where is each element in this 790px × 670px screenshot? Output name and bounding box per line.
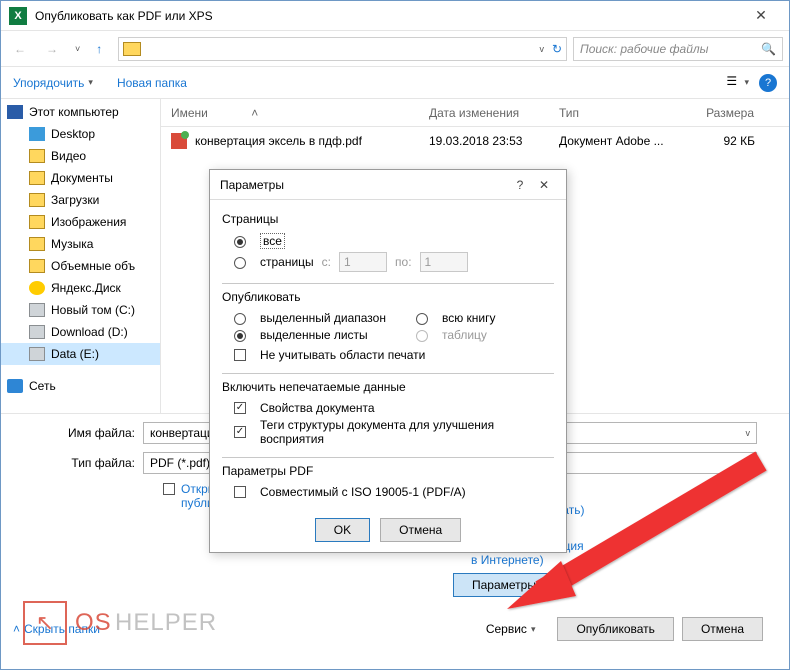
tree-item[interactable]: Этот компьютер — [1, 101, 160, 123]
publish-button[interactable]: Опубликовать — [557, 617, 673, 641]
refresh-icon[interactable]: ↻ — [552, 42, 562, 56]
help-button[interactable]: ? — [759, 74, 777, 92]
col-type[interactable]: Тип — [549, 106, 679, 120]
view-button[interactable]: ☰ ▾ — [726, 74, 749, 92]
window-titlebar: X Опубликовать как PDF или XPS ✕ — [1, 1, 789, 31]
column-headers[interactable]: Имени ˄ Дата изменения Тип Размера — [161, 99, 789, 127]
tree-item[interactable]: Яндекс.Диск — [1, 277, 160, 299]
page-from-input[interactable]: 1 — [339, 252, 387, 272]
watermark-icon: ↖ — [23, 601, 67, 645]
nav-back-button[interactable]: ← — [7, 37, 33, 61]
excel-icon: X — [9, 7, 27, 25]
modal-ok-button[interactable]: OK — [315, 518, 370, 542]
iso-compat-checkbox[interactable]: Совместимый с ISO 19005-1 (PDF/A) — [234, 485, 554, 499]
cancel-button[interactable]: Отмена — [682, 617, 763, 641]
selected-range-radio[interactable]: выделенный диапазон — [234, 311, 386, 325]
search-input[interactable]: Поиск: рабочие файлы 🔍 — [573, 37, 783, 61]
nav-up-button[interactable]: ↑ — [86, 37, 112, 61]
window-title: Опубликовать как PDF или XPS — [35, 9, 741, 23]
pdf-icon — [171, 133, 187, 149]
modal-cancel-button[interactable]: Отмена — [380, 518, 461, 542]
search-placeholder: Поиск: рабочие файлы — [580, 42, 761, 56]
tree-item[interactable]: Объемные объ — [1, 255, 160, 277]
filetype-label: Тип файла: — [13, 456, 143, 470]
table-radio: таблицу — [416, 328, 496, 342]
pages-range-radio[interactable] — [234, 257, 246, 269]
structure-tags-checkbox[interactable]: Теги структуры документа для улучшения в… — [234, 418, 554, 446]
file-row[interactable]: конвертация эксель в пдф.pdf 19.03.2018 … — [161, 127, 789, 155]
page-to-input[interactable]: 1 — [420, 252, 468, 272]
nonprint-group: Включить непечатаемые данные — [222, 380, 554, 394]
col-size[interactable]: Размера — [679, 106, 769, 120]
address-dropdown-icon[interactable]: v — [539, 44, 544, 54]
tree-item[interactable]: Data (E:) — [1, 343, 160, 365]
navigation-bar: ← → ˅ ↑ v ↻ Поиск: рабочие файлы 🔍 — [1, 31, 789, 67]
tree-item[interactable]: Видео — [1, 145, 160, 167]
tree-item[interactable]: Музыка — [1, 233, 160, 255]
tree-item[interactable]: Загрузки — [1, 189, 160, 211]
col-name[interactable]: Имени ˄ — [161, 106, 419, 120]
filename-label: Имя файла: — [13, 426, 143, 440]
whole-book-radio[interactable]: всю книгу — [416, 311, 496, 325]
modal-help-icon[interactable]: ? — [508, 178, 532, 192]
search-icon: 🔍 — [761, 42, 776, 56]
selected-sheets-radio[interactable]: выделенные листы — [234, 328, 386, 342]
pages-group: Страницы — [222, 212, 554, 226]
organize-button[interactable]: Упорядочить ▾ — [13, 76, 93, 90]
col-date[interactable]: Дата изменения — [419, 106, 549, 120]
nav-history-dropdown[interactable]: ˅ — [75, 44, 80, 54]
tools-dropdown[interactable]: Сервис ▾ — [486, 622, 536, 636]
new-folder-button[interactable]: Новая папка — [117, 76, 187, 90]
close-button[interactable]: ✕ — [741, 4, 781, 28]
options-dialog: Параметры ? ✕ Страницы все страницы с: 1… — [209, 169, 567, 553]
watermark: ↖ OS HELPER — [23, 601, 217, 645]
folder-icon — [123, 42, 141, 56]
tree-item[interactable]: Изображения — [1, 211, 160, 233]
tree-item[interactable]: Download (D:) — [1, 321, 160, 343]
tree-item[interactable]: Desktop — [1, 123, 160, 145]
modal-close-icon[interactable]: ✕ — [532, 178, 556, 192]
doc-properties-checkbox[interactable]: Свойства документа — [234, 401, 554, 415]
address-bar[interactable]: v ↻ — [118, 37, 567, 61]
nav-forward-button[interactable]: → — [39, 37, 65, 61]
pages-all-radio[interactable]: все — [234, 233, 554, 249]
ignore-print-areas-checkbox[interactable]: Не учитывать области печати — [234, 348, 554, 362]
toolbar: Упорядочить ▾ Новая папка ☰ ▾ ? — [1, 67, 789, 99]
publish-group: Опубликовать — [222, 290, 554, 304]
pdf-params-group: Параметры PDF — [222, 464, 554, 478]
tree-item[interactable]: Новый том (C:) — [1, 299, 160, 321]
modal-title: Параметры — [220, 178, 508, 192]
params-button[interactable]: Параметры... — [453, 573, 565, 597]
tree-item[interactable]: Сеть — [1, 375, 160, 397]
tree-item[interactable]: Документы — [1, 167, 160, 189]
